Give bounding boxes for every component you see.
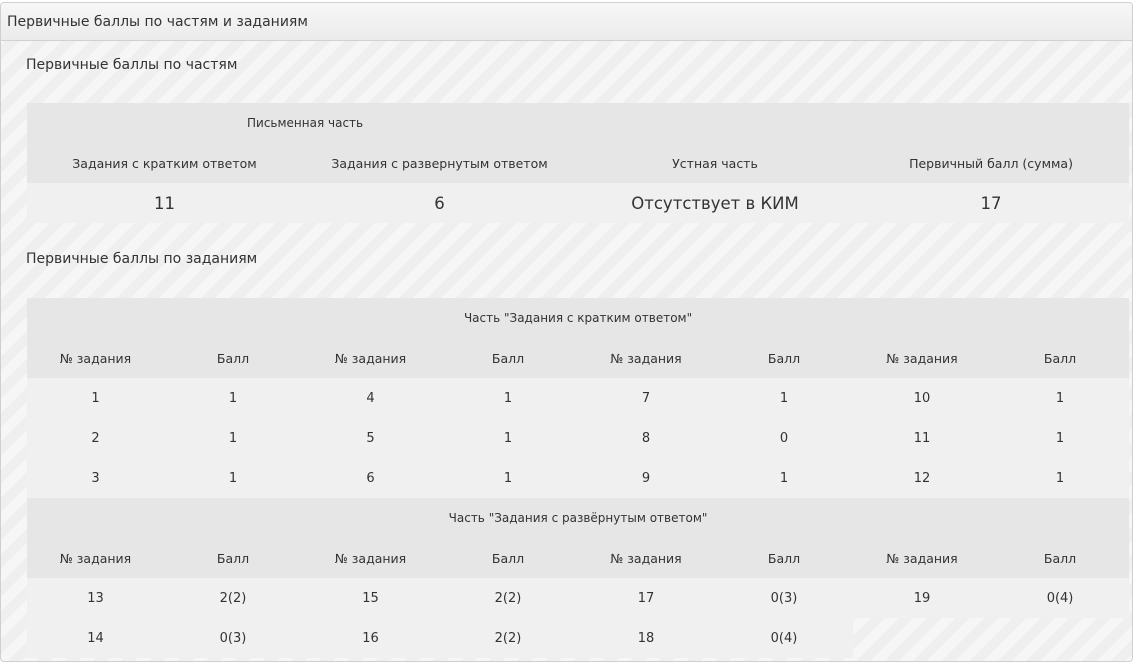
col-header-task: № задания [302, 338, 439, 378]
task-score: 0(3) [715, 578, 853, 618]
parts-table: Письменная часть Задания с кратким ответ… [27, 103, 1130, 223]
col-header-oral: Устная часть [577, 143, 854, 183]
short-part-title: Часть "Задания с кратким ответом" [27, 298, 1130, 338]
short-part-header-row: № задания Балл № задания Балл № задания … [27, 338, 1130, 378]
parts-header-row: Задания с кратким ответом Задания с разв… [27, 143, 1130, 183]
task-number: 16 [302, 618, 439, 658]
table-row: 14 0(3) 16 2(2) 18 0(4) [27, 618, 1129, 658]
task-score: 1 [164, 458, 302, 498]
header-filler [577, 103, 1130, 143]
task-score: 1 [439, 418, 577, 458]
task-number: 4 [302, 378, 439, 418]
task-score: 0 [715, 418, 853, 458]
task-number: 19 [853, 578, 991, 618]
table-row: 13 2(2) 15 2(2) 17 0(3) 19 0(4) [27, 578, 1130, 618]
written-part-label: Письменная часть [27, 103, 578, 143]
value-long: 6 [302, 183, 578, 223]
tasks-table: Часть "Задания с кратким ответом" № зада… [27, 298, 1130, 658]
col-header-score: Балл [715, 338, 853, 378]
panel-title: Первичные баллы по частям и заданиям [7, 14, 308, 30]
task-score: 1 [439, 458, 577, 498]
col-header-score: Балл [439, 338, 577, 378]
col-header-score: Балл [991, 338, 1130, 378]
task-number: 9 [577, 458, 715, 498]
task-number: 13 [27, 578, 164, 618]
parts-header-group-row: Письменная часть [27, 103, 1130, 143]
short-part-title-row: Часть "Задания с кратким ответом" [27, 298, 1130, 338]
col-header-task: № задания [302, 538, 439, 578]
task-score: 1 [991, 378, 1130, 418]
task-score: 1 [164, 378, 302, 418]
tasks-section-title: Первичные баллы по заданиям [26, 251, 258, 267]
results-panel: Первичные баллы по частям и заданиям Пер… [0, 2, 1133, 662]
col-header-total: Первичный балл (сумма) [853, 143, 1130, 183]
task-score: 1 [991, 458, 1130, 498]
task-number: 17 [577, 578, 715, 618]
value-oral: Отсутствует в КИМ [577, 183, 854, 223]
table-row: 1 1 4 1 7 1 10 1 [27, 378, 1130, 418]
col-header-task: № задания [27, 538, 164, 578]
col-header-short: Задания с кратким ответом [27, 143, 302, 183]
task-number: 14 [27, 618, 164, 658]
empty-cell [991, 618, 1129, 658]
col-header-task: № задания [853, 538, 991, 578]
task-number: 1 [27, 378, 164, 418]
task-score: 1 [164, 418, 302, 458]
task-number: 12 [853, 458, 991, 498]
col-header-score: Балл [164, 538, 302, 578]
col-header-score: Балл [439, 538, 577, 578]
table-row: 2 1 5 1 8 0 11 1 [27, 418, 1130, 458]
task-number: 5 [302, 418, 439, 458]
col-header-task: № задания [27, 338, 164, 378]
task-score: 1 [715, 458, 853, 498]
task-score: 2(2) [439, 578, 577, 618]
table-row: 3 1 6 1 9 1 12 1 [27, 458, 1130, 498]
col-header-task: № задания [577, 338, 715, 378]
empty-cell [853, 618, 991, 658]
task-number: 3 [27, 458, 164, 498]
col-header-task: № задания [577, 538, 715, 578]
col-header-score: Балл [164, 338, 302, 378]
task-score: 0(4) [715, 618, 853, 658]
value-total: 17 [853, 183, 1130, 223]
task-score: 1 [991, 418, 1130, 458]
task-score: 2(2) [439, 618, 577, 658]
col-header-score: Балл [991, 538, 1130, 578]
long-part-title: Часть "Задания с развёрнутым ответом" [27, 498, 1130, 538]
value-short: 11 [27, 183, 302, 223]
task-number: 7 [577, 378, 715, 418]
col-header-long: Задания с развернутым ответом [302, 143, 578, 183]
task-number: 10 [853, 378, 991, 418]
task-number: 15 [302, 578, 439, 618]
task-number: 8 [577, 418, 715, 458]
task-score: 1 [715, 378, 853, 418]
task-score: 2(2) [164, 578, 302, 618]
task-number: 6 [302, 458, 439, 498]
task-score: 0(3) [164, 618, 302, 658]
task-score: 0(4) [991, 578, 1130, 618]
long-part-title-row: Часть "Задания с развёрнутым ответом" [27, 498, 1130, 538]
col-header-score: Балл [715, 538, 853, 578]
task-number: 2 [27, 418, 164, 458]
panel-header[interactable]: Первичные баллы по частям и заданиям [1, 3, 1132, 41]
parts-section-title: Первичные баллы по частям [26, 57, 238, 73]
task-number: 18 [577, 618, 715, 658]
parts-values-row: 11 6 Отсутствует в КИМ 17 [27, 183, 1130, 223]
long-part-header-row: № задания Балл № задания Балл № задания … [27, 538, 1130, 578]
col-header-task: № задания [853, 338, 991, 378]
task-score: 1 [439, 378, 577, 418]
task-number: 11 [853, 418, 991, 458]
